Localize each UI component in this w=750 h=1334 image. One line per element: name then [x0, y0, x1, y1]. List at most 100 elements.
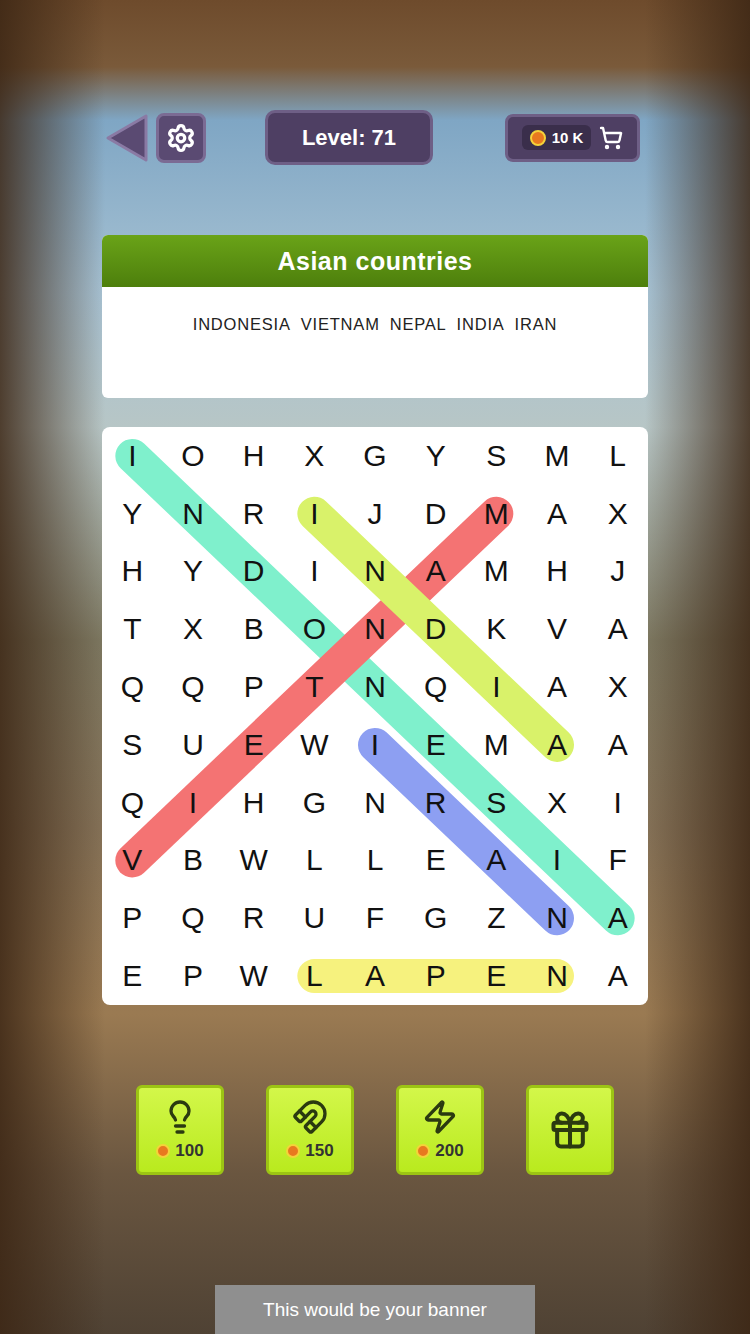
letter-cell[interactable]: P — [405, 947, 466, 1005]
letter-cell[interactable]: Q — [163, 658, 224, 716]
letter-cell[interactable]: V — [527, 600, 588, 658]
letter-cell[interactable]: Q — [163, 889, 224, 947]
letter-cell[interactable]: R — [405, 774, 466, 832]
letter-cell[interactable]: M — [527, 427, 588, 485]
letter-cell[interactable]: G — [284, 774, 345, 832]
letter-cell[interactable]: A — [587, 889, 648, 947]
letter-cell[interactable]: S — [102, 716, 163, 774]
letter-cell[interactable]: O — [284, 600, 345, 658]
coin-shop-button[interactable]: 10 K — [505, 114, 640, 162]
letter-cell[interactable]: Y — [102, 485, 163, 543]
letter-cell[interactable]: O — [163, 427, 224, 485]
letter-cell[interactable]: I — [163, 774, 224, 832]
letter-cell[interactable]: D — [405, 485, 466, 543]
letter-cell[interactable]: A — [345, 947, 406, 1005]
letter-cell[interactable]: A — [527, 658, 588, 716]
back-arrow-icon[interactable] — [104, 113, 150, 163]
letter-cell[interactable]: G — [405, 889, 466, 947]
letter-cell[interactable]: M — [466, 716, 527, 774]
letter-cell[interactable]: V — [102, 832, 163, 890]
letter-cell[interactable]: I — [284, 543, 345, 601]
letter-cell[interactable]: U — [284, 889, 345, 947]
ad-banner[interactable]: This would be your banner — [215, 1285, 535, 1334]
settings-button[interactable] — [156, 113, 206, 163]
letter-cell[interactable]: N — [345, 774, 406, 832]
letter-cell[interactable]: M — [466, 543, 527, 601]
video-button[interactable] — [526, 1085, 614, 1175]
letter-cell[interactable]: P — [163, 947, 224, 1005]
letter-cell[interactable]: I — [102, 427, 163, 485]
letter-cell[interactable]: T — [102, 600, 163, 658]
magnet-button[interactable]: 150 — [266, 1085, 354, 1175]
letter-cell[interactable]: X — [587, 658, 648, 716]
letter-cell[interactable]: P — [223, 658, 284, 716]
lightning-button[interactable]: 200 — [396, 1085, 484, 1175]
letter-cell[interactable]: Q — [102, 658, 163, 716]
letter-cell[interactable]: N — [345, 600, 406, 658]
letter-cell[interactable]: F — [345, 889, 406, 947]
letter-cell[interactable]: B — [163, 832, 224, 890]
letter-cell[interactable]: G — [345, 427, 406, 485]
letter-cell[interactable]: L — [284, 947, 345, 1005]
letter-cell[interactable]: K — [466, 600, 527, 658]
letter-cell[interactable]: E — [405, 832, 466, 890]
letter-cell[interactable]: H — [102, 543, 163, 601]
letter-cell[interactable]: Z — [466, 889, 527, 947]
letter-cell[interactable]: I — [345, 716, 406, 774]
letter-cell[interactable]: A — [587, 600, 648, 658]
letter-board[interactable]: IOHXGYSMLYNRIJDMAXHYDINAMHJTXBONDKVAQQPT… — [102, 427, 648, 1005]
letter-cell[interactable]: J — [345, 485, 406, 543]
letter-cell[interactable]: M — [466, 485, 527, 543]
letter-cell[interactable]: T — [284, 658, 345, 716]
letter-cell[interactable]: F — [587, 832, 648, 890]
letter-cell[interactable]: Q — [102, 774, 163, 832]
letter-cell[interactable]: X — [527, 774, 588, 832]
hint-button[interactable]: 100 — [136, 1085, 224, 1175]
letter-cell[interactable]: A — [405, 543, 466, 601]
letter-cell[interactable]: E — [102, 947, 163, 1005]
letter-cell[interactable]: X — [587, 485, 648, 543]
coin-balance: 10 K — [522, 125, 592, 150]
letter-cell[interactable]: E — [466, 947, 527, 1005]
letter-cell[interactable]: N — [163, 485, 224, 543]
letter-cell[interactable]: L — [284, 832, 345, 890]
letter-cell[interactable]: W — [284, 716, 345, 774]
letter-cell[interactable]: Y — [163, 543, 224, 601]
letter-cell[interactable]: X — [163, 600, 224, 658]
letter-cell[interactable]: D — [223, 543, 284, 601]
letter-cell[interactable]: L — [345, 832, 406, 890]
letter-cell[interactable]: L — [587, 427, 648, 485]
letter-cell[interactable]: E — [223, 716, 284, 774]
letter-cell[interactable]: N — [527, 947, 588, 1005]
letter-cell[interactable]: N — [345, 658, 406, 716]
letter-cell[interactable]: E — [405, 716, 466, 774]
letter-cell[interactable]: R — [223, 485, 284, 543]
letter-cell[interactable]: A — [587, 947, 648, 1005]
letter-cell[interactable]: N — [527, 889, 588, 947]
letter-cell[interactable]: H — [223, 427, 284, 485]
letter-cell[interactable]: I — [284, 485, 345, 543]
letter-cell[interactable]: D — [405, 600, 466, 658]
letter-cell[interactable]: B — [223, 600, 284, 658]
letter-cell[interactable]: J — [587, 543, 648, 601]
letter-cell[interactable]: H — [223, 774, 284, 832]
letter-cell[interactable]: W — [223, 947, 284, 1005]
letter-cell[interactable]: A — [527, 485, 588, 543]
letter-cell[interactable]: S — [466, 427, 527, 485]
letter-cell[interactable]: I — [527, 832, 588, 890]
letter-cell[interactable]: N — [345, 543, 406, 601]
letter-cell[interactable]: X — [284, 427, 345, 485]
letter-cell[interactable]: I — [466, 658, 527, 716]
letter-cell[interactable]: R — [223, 889, 284, 947]
letter-cell[interactable]: U — [163, 716, 224, 774]
letter-cell[interactable]: A — [587, 716, 648, 774]
letter-cell[interactable]: S — [466, 774, 527, 832]
letter-cell[interactable]: P — [102, 889, 163, 947]
letter-cell[interactable]: Q — [405, 658, 466, 716]
letter-cell[interactable]: A — [466, 832, 527, 890]
letter-cell[interactable]: W — [223, 832, 284, 890]
letter-cell[interactable]: A — [527, 716, 588, 774]
letter-cell[interactable]: H — [527, 543, 588, 601]
letter-cell[interactable]: Y — [405, 427, 466, 485]
letter-cell[interactable]: I — [587, 774, 648, 832]
